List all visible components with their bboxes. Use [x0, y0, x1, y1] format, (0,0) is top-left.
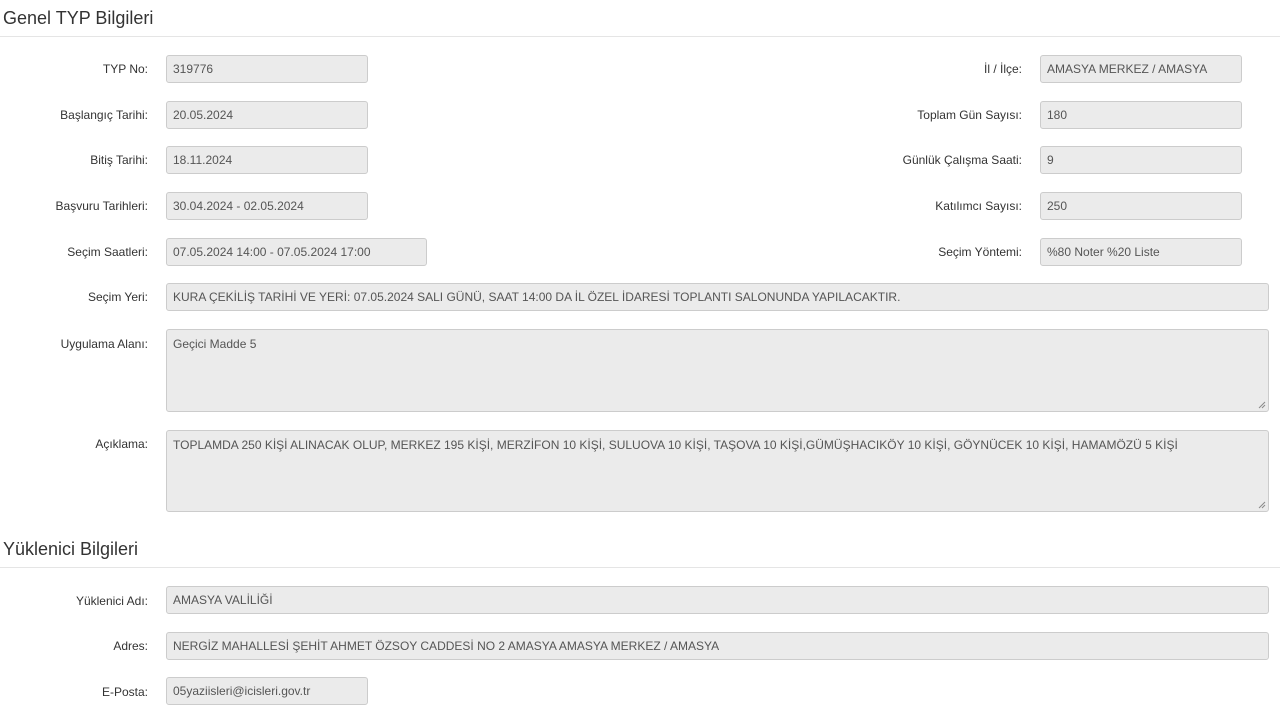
- secim-yontemi-field[interactable]: %80 Noter %20 Liste: [1040, 238, 1242, 266]
- uygulama-alani-text: Geçici Madde 5: [173, 337, 257, 351]
- eposta-field[interactable]: 05yaziisleri@icisleri.gov.tr: [166, 677, 368, 705]
- page: Genel TYP Bilgileri TYP No: 319776 İl / …: [0, 0, 1280, 705]
- baslangic-tarihi-label: Başlangıç Tarihi:: [60, 108, 148, 122]
- katilimci-label: Katılımcı Sayısı:: [935, 199, 1022, 213]
- basvuru-tarihleri-field[interactable]: 30.04.2024 - 02.05.2024: [166, 192, 368, 220]
- secim-yeri-field[interactable]: KURA ÇEKİLİŞ TARİHİ VE YERİ: 07.05.2024 …: [166, 283, 1269, 311]
- section-title-general: Genel TYP Bilgileri: [3, 8, 154, 28]
- bitis-tarihi-field[interactable]: 18.11.2024: [166, 146, 368, 174]
- adres-field[interactable]: NERGİZ MAHALLESİ ŞEHİT AHMET ÖZSOY CADDE…: [166, 632, 1269, 660]
- katilimci-field[interactable]: 250: [1040, 192, 1242, 220]
- gunluk-saat-field[interactable]: 9: [1040, 146, 1242, 174]
- yuklenici-adi-field[interactable]: AMASYA VALİLİĞİ: [166, 586, 1269, 614]
- il-ilce-field[interactable]: AMASYA MERKEZ / AMASYA: [1040, 55, 1242, 83]
- secim-yeri-label: Seçim Yeri:: [87, 290, 148, 304]
- toplam-gun-field[interactable]: 180: [1040, 101, 1242, 129]
- section-divider: [0, 36, 1280, 37]
- resize-grip-icon[interactable]: [1258, 501, 1266, 509]
- baslangic-tarihi-field[interactable]: 20.05.2024: [166, 101, 368, 129]
- basvuru-tarihleri-label: Başvuru Tarihleri:: [55, 199, 148, 213]
- typ-no-field[interactable]: 319776: [166, 55, 368, 83]
- resize-grip-icon[interactable]: [1258, 401, 1266, 409]
- aciklama-textarea[interactable]: TOPLAMDA 250 KİŞİ ALINACAK OLUP, MERKEZ …: [166, 430, 1269, 512]
- aciklama-label: Açıklama:: [95, 437, 148, 451]
- typ-no-label: TYP No:: [102, 62, 148, 76]
- il-ilce-label: İl / İlçe:: [983, 62, 1022, 76]
- uygulama-alani-textarea[interactable]: Geçici Madde 5: [166, 329, 1269, 412]
- adres-label: Adres:: [113, 639, 148, 653]
- section-title-contractor: Yüklenici Bilgileri: [3, 539, 139, 559]
- section-divider: [0, 567, 1280, 568]
- uygulama-alani-label: Uygulama Alanı:: [60, 337, 148, 351]
- secim-yontemi-label: Seçim Yöntemi:: [938, 245, 1022, 259]
- gunluk-saat-label: Günlük Çalışma Saati:: [902, 153, 1022, 167]
- yuklenici-adi-label: Yüklenici Adı:: [75, 594, 148, 608]
- secim-saatleri-field[interactable]: 07.05.2024 14:00 - 07.05.2024 17:00: [166, 238, 427, 266]
- eposta-label: E-Posta:: [101, 685, 148, 699]
- aciklama-text: TOPLAMDA 250 KİŞİ ALINACAK OLUP, MERKEZ …: [173, 438, 1178, 452]
- secim-saatleri-label: Seçim Saatleri:: [67, 245, 148, 259]
- toplam-gun-label: Toplam Gün Sayısı:: [917, 108, 1022, 122]
- bitis-tarihi-label: Bitiş Tarihi:: [90, 153, 148, 167]
